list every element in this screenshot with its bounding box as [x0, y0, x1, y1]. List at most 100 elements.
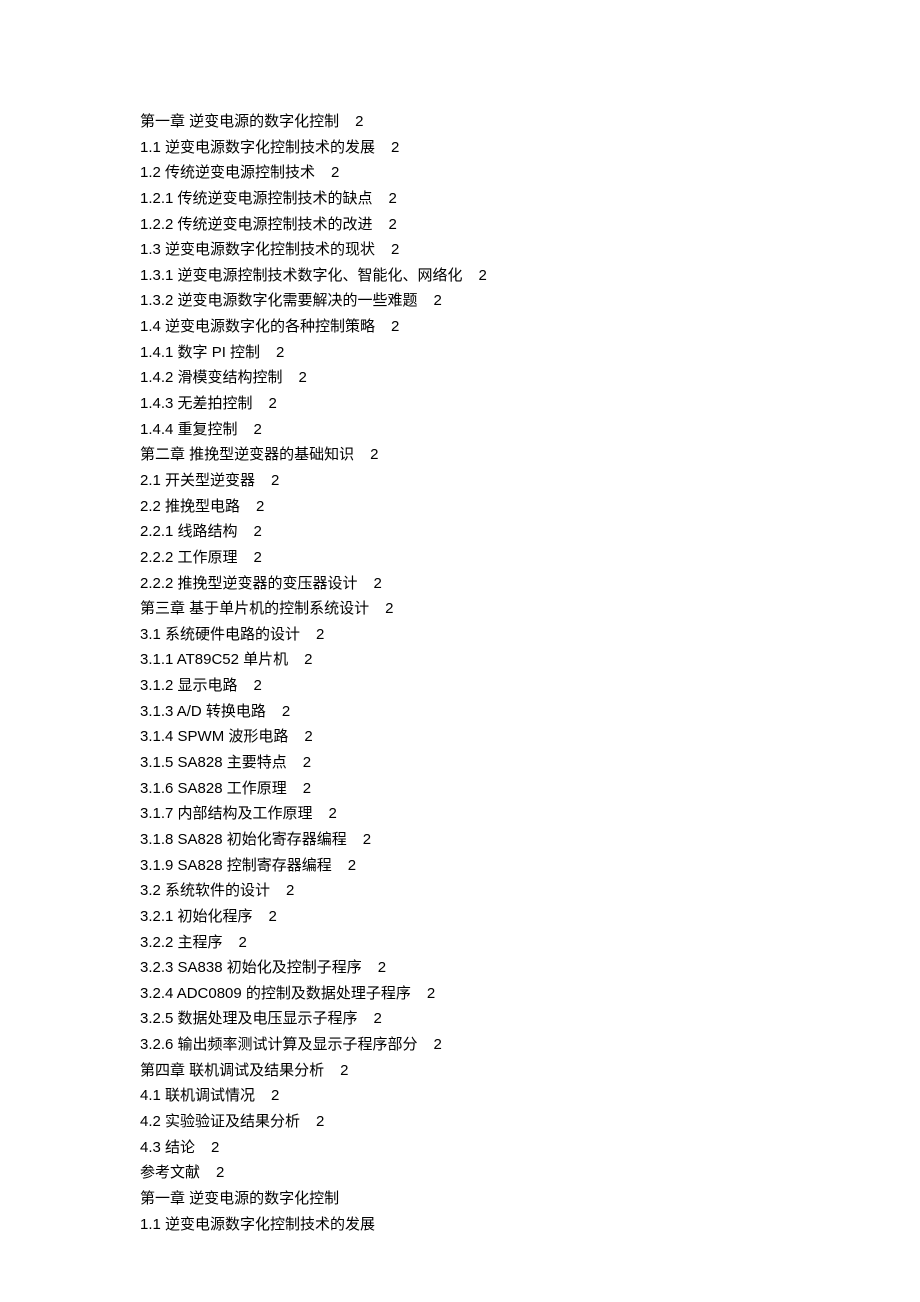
toc-entry: 1.4.3 无差拍控制 2: [140, 392, 920, 415]
toc-entry: 1.3.1 逆变电源控制技术数字化、智能化、网络化2: [140, 264, 920, 287]
toc-entry-page: 2: [389, 216, 397, 233]
toc-entry: 1.4 逆变电源数字化的各种控制策略2: [140, 315, 920, 338]
toc-entry-page: 2: [269, 908, 277, 925]
toc-entry: 2.2.2 工作原理2: [140, 546, 920, 569]
toc-entry-title: 3.1.4 SPWM 波形电路: [140, 728, 288, 745]
toc-entry-title: 3.2.4 ADC0809 的控制及数据处理子程序: [140, 985, 411, 1002]
toc-entry-title: 1.4 逆变电源数字化的各种控制策略: [140, 318, 375, 335]
toc-entry-page: 2: [239, 934, 247, 951]
toc-entry-page: 2: [282, 703, 290, 720]
toc-entry-page: 2: [348, 857, 356, 874]
toc-entry-page: 2: [331, 164, 339, 181]
toc-entry: 2.2.2 推挽型逆变器的变压器设计2: [140, 572, 920, 595]
toc-entry-title: 3.1.9 SA828 控制寄存器编程: [140, 857, 332, 874]
toc-entry: 3.2.5 数据处理及电压显示子程序2: [140, 1007, 920, 1030]
toc-entry: 1.4.1 数字 PI 控制 2: [140, 341, 920, 364]
toc-entry-page: 2: [340, 1062, 348, 1079]
toc-entry: 第一章 逆变电源的数字化控制2: [140, 110, 920, 133]
toc-entry-page: 2: [316, 1113, 324, 1130]
toc-entry-page: 2: [256, 498, 264, 515]
toc-entry: 3.1.3 A/D 转换电路 2: [140, 700, 920, 723]
toc-entry: 3.1.6 SA828 工作原理2: [140, 777, 920, 800]
toc-entry-title: 3.1.7 内部结构及工作原理: [140, 805, 313, 822]
toc-entry-title: 第三章 基于单片机的控制系统设计: [140, 600, 369, 617]
toc-entry-page: 2: [254, 421, 262, 438]
toc-entry: 3.1.4 SPWM 波形电路 2: [140, 725, 920, 748]
toc-entry: 4.1 联机调试情况 2: [140, 1084, 920, 1107]
toc-entry: 3.2.2 主程序 2: [140, 931, 920, 954]
toc-entry-page: 2: [304, 651, 312, 668]
toc-entry: 1.3.2 逆变电源数字化需要解决的一些难题2: [140, 289, 920, 312]
toc-entry-page: 2: [303, 754, 311, 771]
toc-entry-page: 2: [303, 780, 311, 797]
toc-entry-page: 2: [329, 805, 337, 822]
toc-entry-title: 1.2 传统逆变电源控制技术: [140, 164, 315, 181]
toc-entry-title: 2.2.1 线路结构: [140, 523, 238, 540]
toc-entry: 3.2.3 SA838 初始化及控制子程序 2: [140, 956, 920, 979]
toc-entry-page: 2: [276, 344, 284, 361]
toc-entry: 3.1 系统硬件电路的设计2: [140, 623, 920, 646]
toc-entry-page: 2: [271, 472, 279, 489]
toc-entry: 2.2.1 线路结构 2: [140, 520, 920, 543]
toc-entry-page: 2: [271, 1087, 279, 1104]
toc-entry-page: 2: [391, 241, 399, 258]
toc-entry: 1.4.4 重复控制 2: [140, 418, 920, 441]
toc-entry-page: 2: [391, 139, 399, 156]
toc-entry-title: 2.2 推挽型电路: [140, 498, 240, 515]
toc-entry-page: 2: [304, 728, 312, 745]
toc-entry: 3.1.1 AT89C52 单片机 2: [140, 648, 920, 671]
toc-entry-title: 4.2 实验验证及结果分析: [140, 1113, 300, 1130]
toc-entry: 3.2.6 输出频率测试计算及显示子程序部分2: [140, 1033, 920, 1056]
toc-entry-title: 3.2.2 主程序: [140, 934, 223, 951]
toc-entry-title: 1.4.4 重复控制: [140, 421, 238, 438]
toc-entry-title: 2.1 开关型逆变器: [140, 472, 255, 489]
toc-entry-page: 2: [254, 523, 262, 540]
document-body: 第一章 逆变电源的数字化控制2 1.1 逆变电源数字化控制技术的发展 2 1.2 传统…: [140, 110, 920, 1236]
toc-entry-page: 2: [286, 882, 294, 899]
toc-entry-page: 2: [434, 1036, 442, 1053]
toc-entry-page: 2: [378, 959, 386, 976]
toc-entry-title: 4.1 联机调试情况: [140, 1087, 255, 1104]
toc-entry-title: 2.2.2 工作原理: [140, 549, 238, 566]
toc-entry-title: 1.4.1 数字 PI 控制: [140, 344, 260, 361]
toc-entry: 第四章 联机调试及结果分析 2: [140, 1059, 920, 1082]
toc-entry-title: 1.1 逆变电源数字化控制技术的发展: [140, 139, 375, 156]
toc-entry-title: 3.1.5 SA828 主要特点: [140, 754, 287, 771]
toc-entry-title: 2.2.2 推挽型逆变器的变压器设计: [140, 575, 358, 592]
body-line: 1.1 逆变电源数字化控制技术的发展: [140, 1213, 920, 1236]
toc-entry-title: 3.1 系统硬件电路的设计: [140, 626, 300, 643]
toc-entry: 第二章 推挽型逆变器的基础知识2: [140, 443, 920, 466]
toc-entry-page: 2: [211, 1139, 219, 1156]
toc-entry: 参考文献2: [140, 1161, 920, 1184]
toc-entry-page: 2: [269, 395, 277, 412]
toc-entry: 1.4.2 滑模变结构控制2: [140, 366, 920, 389]
toc-entry-page: 2: [374, 1010, 382, 1027]
toc-entry: 3.1.5 SA828 主要特点 2: [140, 751, 920, 774]
toc-entry: 3.1.9 SA828 控制寄存器编程 2: [140, 854, 920, 877]
toc-entry-title: 3.2.1 初始化程序: [140, 908, 253, 925]
toc-entry-title: 1.2.2 传统逆变电源控制技术的改进: [140, 216, 373, 233]
toc-entry-title: 第二章 推挽型逆变器的基础知识: [140, 446, 354, 463]
toc-entry-title: 3.2.3 SA838 初始化及控制子程序: [140, 959, 362, 976]
toc-entry-title: 第四章 联机调试及结果分析: [140, 1062, 324, 1079]
toc-entry: 4.3 结论 2: [140, 1136, 920, 1159]
toc-entry-page: 2: [355, 113, 363, 130]
toc-entry-title: 4.3 结论: [140, 1139, 195, 1156]
toc-entry-page: 2: [254, 677, 262, 694]
toc-entry-title: 1.4.2 滑模变结构控制: [140, 369, 283, 386]
toc-entry-page: 2: [427, 985, 435, 1002]
toc-entry-title: 3.1.3 A/D 转换电路: [140, 703, 266, 720]
toc-entry: 4.2 实验验证及结果分析 2: [140, 1110, 920, 1133]
toc-entry: 3.1.2 显示电路2: [140, 674, 920, 697]
toc-entry: 2.2 推挽型电路 2: [140, 495, 920, 518]
toc-entry-title: 3.1.1 AT89C52 单片机: [140, 651, 288, 668]
toc-entry: 3.1.8 SA828 初始化寄存器编程2: [140, 828, 920, 851]
toc-entry: 1.2.1 传统逆变电源控制技术的缺点2: [140, 187, 920, 210]
toc-entry-title: 3.1.8 SA828 初始化寄存器编程: [140, 831, 347, 848]
toc-entry-title: 1.4.3 无差拍控制: [140, 395, 253, 412]
toc-entry-title: 1.3.1 逆变电源控制技术数字化、智能化、网络化: [140, 267, 463, 284]
toc-entry-page: 2: [385, 600, 393, 617]
toc-entry-title: 1.3 逆变电源数字化控制技术的现状: [140, 241, 375, 258]
toc-entry-page: 2: [216, 1164, 224, 1181]
toc-entry: 第三章 基于单片机的控制系统设计 2: [140, 597, 920, 620]
